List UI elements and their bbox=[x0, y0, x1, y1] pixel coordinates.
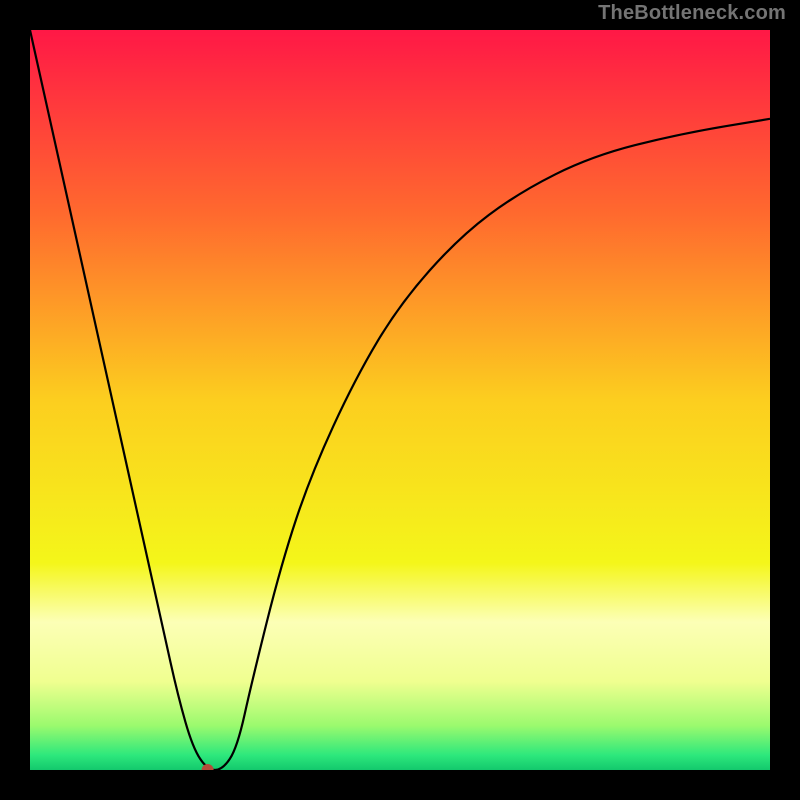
plot-area bbox=[30, 30, 770, 770]
gradient-background bbox=[30, 30, 770, 770]
chart-svg bbox=[30, 30, 770, 770]
attribution-text: TheBottleneck.com bbox=[598, 2, 786, 25]
chart-frame: TheBottleneck.com bbox=[0, 0, 800, 800]
